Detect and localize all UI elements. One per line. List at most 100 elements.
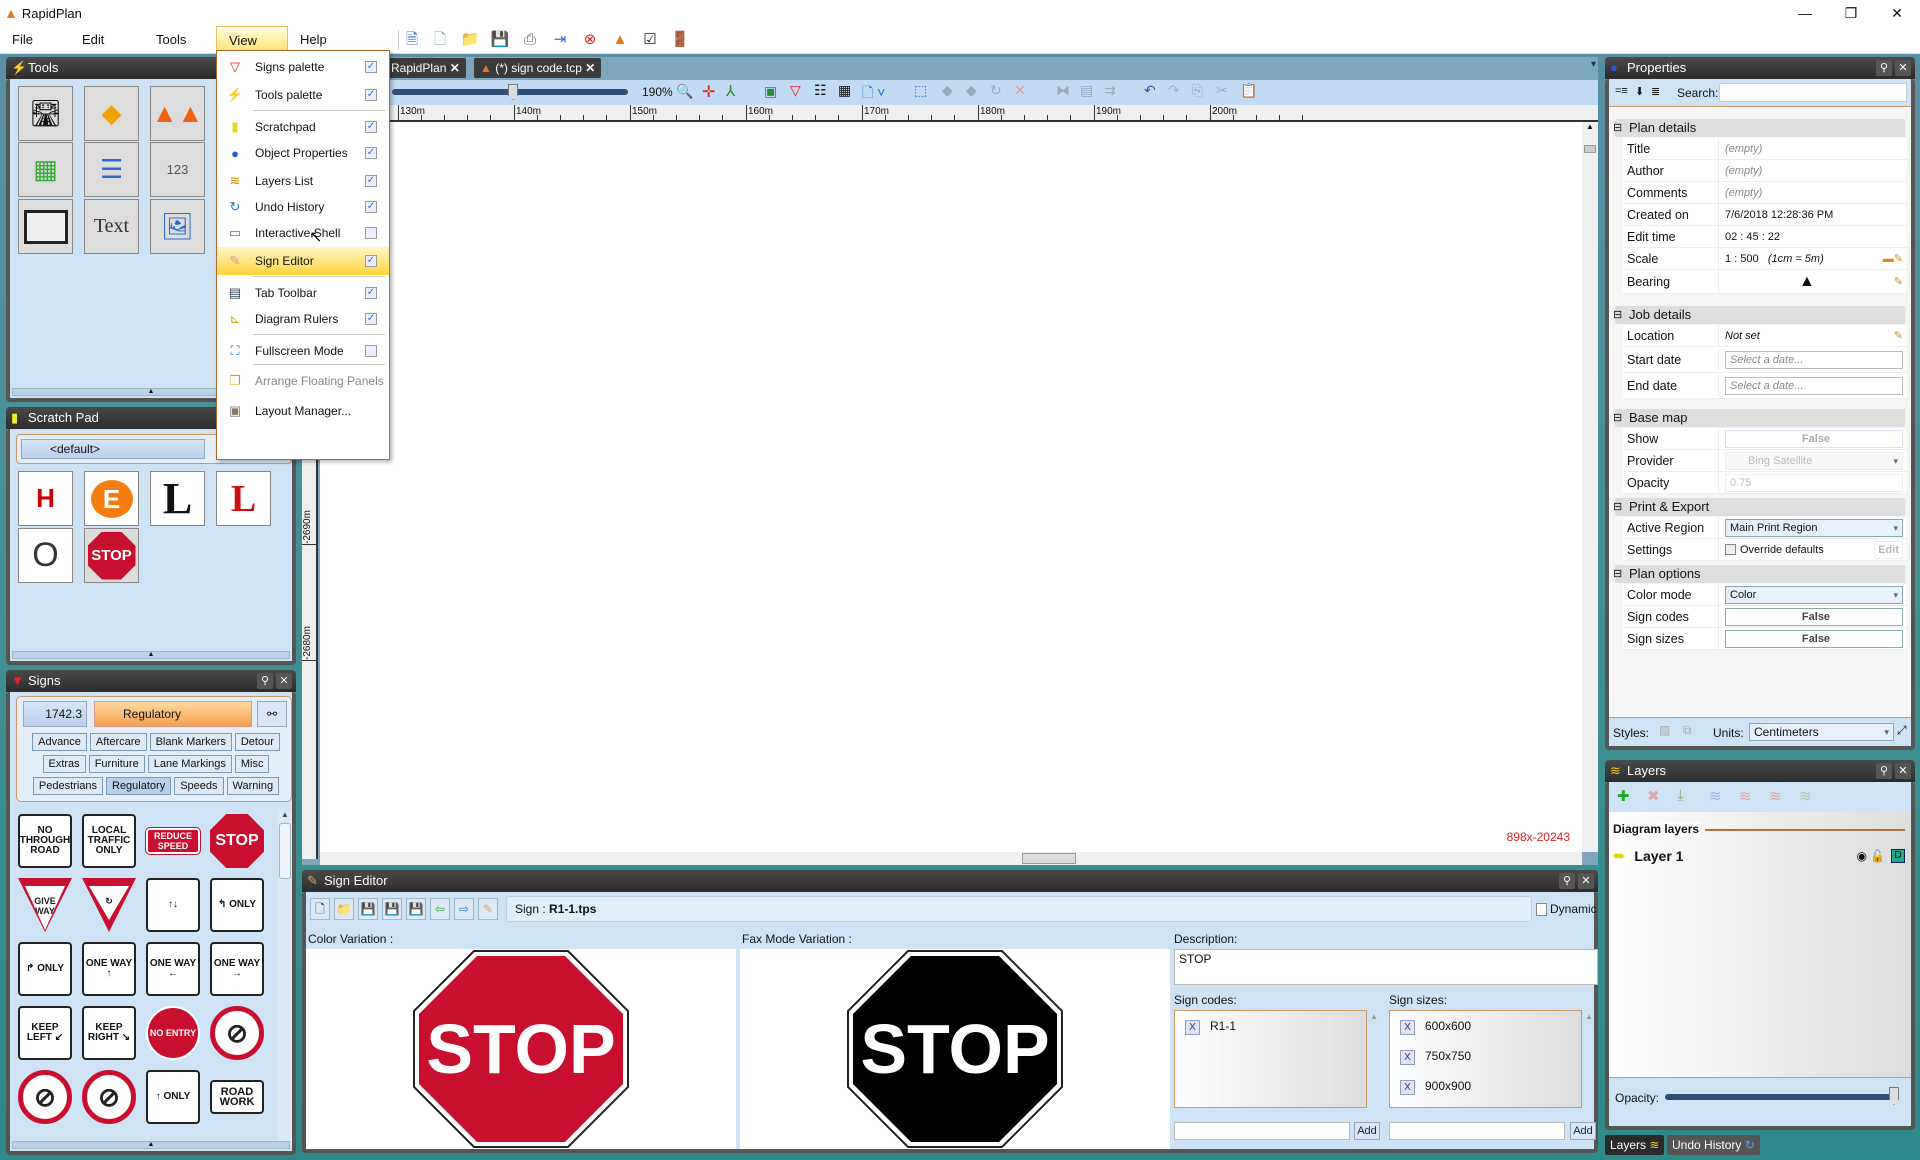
sign-item[interactable]: ONE WAY ↑ xyxy=(82,942,136,996)
sign-item[interactable]: STOP xyxy=(210,814,264,868)
search-input[interactable] xyxy=(1719,83,1907,102)
scratch-item[interactable]: STOP xyxy=(84,528,139,583)
scratchpad-select[interactable]: <default> xyxy=(21,439,205,459)
road-tool[interactable]: 🛣 xyxy=(18,86,73,141)
cones-tool[interactable]: ▲▲ xyxy=(150,86,205,141)
checkbox[interactable]: ✓ xyxy=(365,313,377,325)
export-icon[interactable]: ⇥ xyxy=(550,30,570,50)
checkbox[interactable]: ✓ xyxy=(365,89,377,101)
list-icon[interactable]: ≣ xyxy=(1651,85,1660,98)
redo-icon[interactable]: ↷ xyxy=(1168,82,1180,99)
group-plan-options[interactable]: Plan options xyxy=(1613,565,1905,583)
category-select[interactable]: Regulatory xyxy=(94,701,252,727)
legend-icon[interactable]: ☷ xyxy=(814,82,827,99)
sign-item[interactable]: NO THROUGH ROAD xyxy=(18,814,72,868)
category-warning[interactable]: Warning xyxy=(226,777,280,795)
override-checkbox[interactable] xyxy=(1725,544,1736,555)
minimize-button[interactable]: — xyxy=(1782,0,1828,26)
group-job-details[interactable]: Job details xyxy=(1613,306,1905,324)
menu-item-sign-editor[interactable]: ✎ Sign Editor ✓ xyxy=(217,247,389,275)
menu-item-tools-palette[interactable]: ⚡ Tools palette ✓ xyxy=(217,81,389,109)
new-sign-icon[interactable]: 🗋 xyxy=(310,898,330,920)
undo-icon[interactable]: ↶ xyxy=(1144,82,1156,99)
menu-item-layers-list[interactable]: ≋ Layers List ✓ xyxy=(217,167,389,195)
save-copy-icon[interactable]: 💾 xyxy=(406,898,426,920)
paste-icon[interactable]: 📋 xyxy=(1240,82,1257,99)
color-mode-select[interactable]: Color xyxy=(1725,585,1903,604)
remove-size-button[interactable]: X xyxy=(1400,1020,1415,1035)
pin-icon[interactable]: ⚲ xyxy=(1876,763,1892,779)
sign-codes-toggle[interactable]: False xyxy=(1725,607,1903,626)
save-icon[interactable]: 💾 xyxy=(490,30,510,50)
text-tool[interactable]: Text xyxy=(84,199,139,254)
sort-icon[interactable]: ⬇ xyxy=(1635,85,1644,98)
new-wizard-icon[interactable]: 🗎 xyxy=(402,30,422,50)
close-icon[interactable]: ✕ xyxy=(1895,763,1911,779)
menu-tools[interactable]: Tools xyxy=(144,26,198,54)
checkbox[interactable] xyxy=(365,345,377,357)
sign-item[interactable]: ⊘ xyxy=(18,1070,72,1124)
tab-list-chevron-icon[interactable]: ▾ xyxy=(1591,59,1596,70)
scratch-item[interactable]: E xyxy=(84,471,139,526)
edit-button[interactable]: Edit xyxy=(1874,540,1903,559)
dynamic-checkbox[interactable]: Dynamic xyxy=(1536,902,1597,916)
group-plan-details[interactable]: Plan details xyxy=(1613,119,1905,137)
layer-type-icon[interactable]: D xyxy=(1891,849,1905,863)
checkbox[interactable]: ✓ xyxy=(365,287,377,299)
category-lane-markings[interactable]: Lane Markings xyxy=(147,755,232,773)
prop-value[interactable]: (empty) xyxy=(1719,160,1907,182)
move-layer-down-icon[interactable]: ≋ xyxy=(1769,787,1782,805)
menu-file[interactable]: File xyxy=(0,26,45,54)
binoculars-search-button[interactable]: ⚯ xyxy=(257,701,287,727)
category-misc[interactable]: Misc xyxy=(234,755,270,773)
cone-icon[interactable]: ▲ xyxy=(610,30,630,50)
categorized-icon[interactable]: =≡ xyxy=(1615,85,1628,97)
legend-tool[interactable]: ☰ xyxy=(84,142,139,197)
sign-item[interactable]: ↑ ONLY xyxy=(146,1070,200,1124)
category-furniture[interactable]: Furniture xyxy=(88,755,145,773)
close-icon[interactable]: ✕ xyxy=(1895,60,1911,76)
remove-size-button[interactable]: X xyxy=(1400,1050,1415,1065)
scroll-thumb[interactable] xyxy=(1022,853,1076,864)
checkbox[interactable]: ✓ xyxy=(365,61,377,73)
checkbox[interactable]: ✓ xyxy=(365,255,377,267)
copy-icon[interactable]: ⎘ xyxy=(1192,82,1203,99)
region-select[interactable]: Main Print Region xyxy=(1725,518,1903,537)
opacity-input[interactable]: 0.75 xyxy=(1725,473,1903,492)
vertical-scrollbar[interactable]: ▲ xyxy=(1582,122,1598,852)
category-regulatory[interactable]: Regulatory xyxy=(106,777,172,795)
prop-value[interactable]: (empty) xyxy=(1719,138,1907,160)
pin-icon[interactable]: ⚲ xyxy=(1559,873,1575,889)
pencil-icon[interactable]: ✎ xyxy=(1894,271,1903,293)
sign-item[interactable]: ⊘ xyxy=(210,1006,264,1060)
import-icon[interactable]: ⇦ xyxy=(430,898,450,920)
lock-icon[interactable]: 🔓 xyxy=(1870,849,1885,863)
sign-item[interactable]: ↻ xyxy=(82,878,136,932)
visibility-eye-icon[interactable]: ◉ xyxy=(1857,849,1867,863)
save-as-icon[interactable]: 💾 xyxy=(382,898,402,920)
sign-item[interactable]: LOCAL TRAFFIC ONLY xyxy=(82,814,136,868)
checkbox[interactable]: ✓ xyxy=(365,175,377,187)
scroll-up-icon[interactable]: ▲ xyxy=(278,810,292,819)
rectangle-tool[interactable] xyxy=(18,199,73,254)
group-base-map[interactable]: Base map xyxy=(1613,409,1905,427)
menu-item-tab-toolbar[interactable]: ▤ Tab Toolbar ✓ xyxy=(217,279,389,307)
move-layer-bottom-icon[interactable]: ≋ xyxy=(1799,787,1812,805)
sign-item[interactable]: KEEP RIGHT ↘ xyxy=(82,1006,136,1060)
new-file-icon[interactable]: 🗋 xyxy=(430,30,450,50)
sign-size-input[interactable] xyxy=(1389,1122,1565,1140)
checkbox[interactable]: ✓ xyxy=(365,121,377,133)
prop-value[interactable]: (empty) xyxy=(1719,182,1907,204)
export-icon[interactable]: ⇨ xyxy=(454,898,474,920)
units-select[interactable]: Centimeters xyxy=(1749,723,1894,741)
menu-item-diagram-rulers[interactable]: ⊾ Diagram Rulers ✓ xyxy=(217,305,389,333)
scratch-item[interactable]: L xyxy=(216,471,271,526)
grid-icon[interactable]: ▦ xyxy=(838,82,851,99)
menu-item-layout-manager[interactable]: ▣ Layout Manager... xyxy=(217,397,389,425)
bottom-tab-undo-history[interactable]: Undo History ↻ xyxy=(1667,1135,1760,1155)
open-sign-icon[interactable]: 📁 xyxy=(334,898,354,920)
add-code-button[interactable]: Add xyxy=(1354,1122,1380,1140)
signs-filter-icon[interactable]: ▽ xyxy=(790,82,801,99)
sign-item[interactable]: ONE WAY → xyxy=(210,942,264,996)
style-copy-icon[interactable]: ⧉ xyxy=(1683,723,1692,738)
